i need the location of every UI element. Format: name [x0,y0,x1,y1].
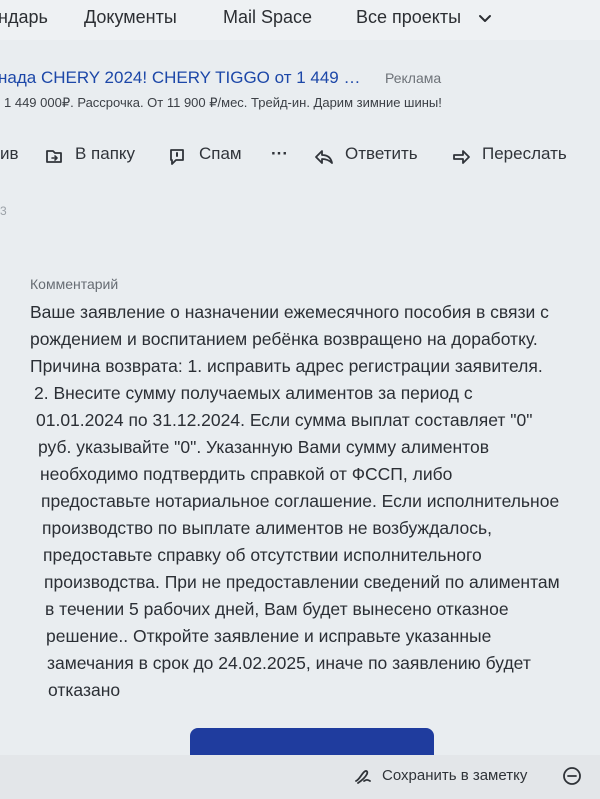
comment-line: необходимо подтвердить справкой от ФССП,… [40,464,453,484]
comment-line: руб. указывайте "0". Указанную Вами сумм… [38,437,490,457]
comment-line: отказано [48,680,121,700]
spam-button[interactable]: Спам [199,144,242,164]
archive-button[interactable]: ив [0,144,19,164]
comment-line: в течении 5 рабочих дней, Вам будет выне… [45,599,509,619]
comment-block: Комментарий Ваше заявление о назначении … [30,276,590,704]
comment-line: 2. Внесите сумму получаемых алиментов за… [34,383,473,403]
message-toolbar: ив В папку Спам ··· Ответить Переслать [0,138,600,174]
spam-icon [170,149,184,165]
nav-item-all-projects[interactable]: Все проекты [356,7,461,28]
comment-label: Комментарий [30,276,119,292]
ad-title[interactable]: нада CHERY 2024! CHERY TIGGO от 1 449 … [0,68,361,88]
move-to-folder-button[interactable]: В папку [75,144,135,164]
comment-line: замечания в срок до 24.02.2025, иначе по… [47,653,531,673]
nav-item-mail-space[interactable]: Mail Space [223,7,312,28]
forward-button[interactable]: Переслать [482,144,567,164]
nav-item-calendar[interactable]: ндарь [0,7,48,28]
reply-button[interactable]: Ответить [345,144,418,164]
reply-icon [315,150,333,164]
comment-line: решение.. Откройте заявление и исправьте… [46,626,492,646]
comment-line: производства. При не предоставлении свед… [44,572,560,592]
comment-body: Ваше заявление о назначении ежемесячного… [30,299,590,704]
folder-move-icon [46,150,62,163]
comment-line: рождением и воспитанием ребёнка возвраще… [30,329,538,349]
ad-text: 1 449 000₽. Рассрочка. От 11 900 ₽/мес. … [4,95,442,110]
comment-line: Ваше заявление о назначении ежемесячного… [30,302,549,322]
nav-item-documents[interactable]: Документы [84,7,177,28]
minus-circle-icon[interactable] [562,766,582,786]
chevron-down-icon[interactable] [478,12,492,26]
footer-bar: Сохранить в заметку [0,755,600,799]
comment-line: предоставьте нотариальное соглашение. Ес… [41,491,560,511]
ad-banner[interactable]: нада CHERY 2024! CHERY TIGGO от 1 449 … … [0,62,600,120]
save-to-note-button[interactable]: Сохранить в заметку [382,767,527,784]
partial-text: 3 [0,204,7,218]
note-icon [355,770,371,784]
comment-line: предоставьте справку об отсутствии испол… [43,545,482,565]
top-navigation: ндарь Документы Mail Space Все проекты [0,0,600,40]
more-actions-button[interactable]: ··· [271,144,288,164]
comment-line: 01.01.2024 по 31.12.2024. Если сумма вып… [36,410,533,430]
ad-badge: Реклама [385,70,442,86]
forward-icon [453,150,470,164]
comment-line: производство по выплате алиментов не воз… [42,518,492,538]
comment-line: Причина возврата: 1. исправить адрес рег… [30,356,543,376]
